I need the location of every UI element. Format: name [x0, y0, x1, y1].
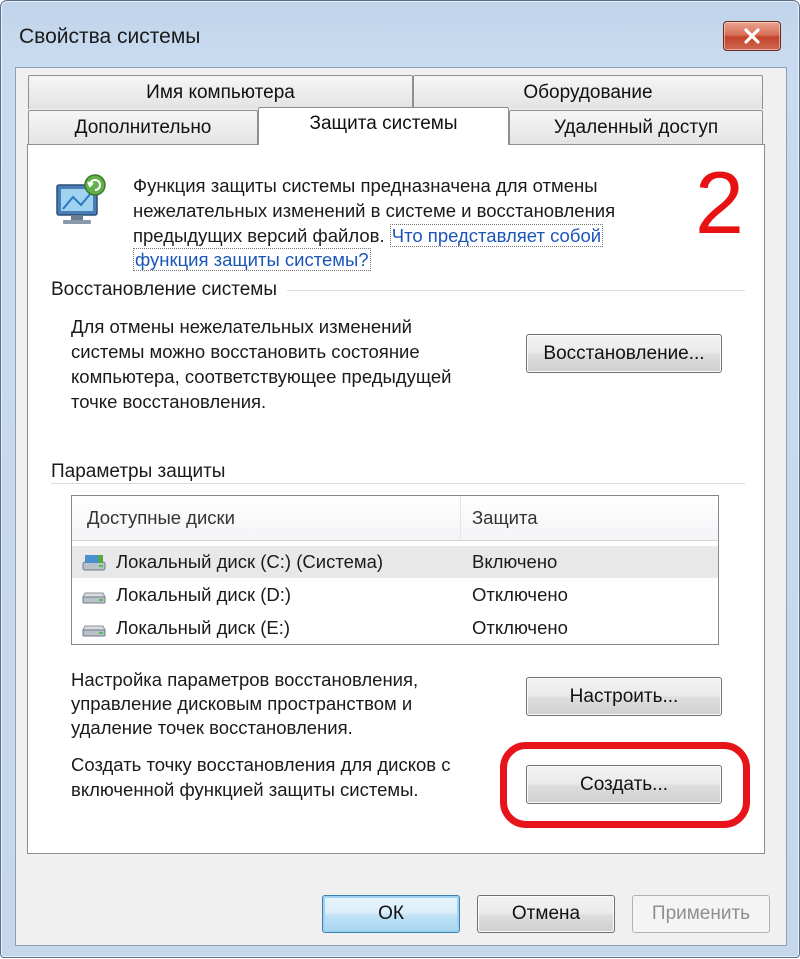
system-properties-window: Свойства системы Имя компьютера Оборудов…: [0, 0, 800, 958]
create-button[interactable]: Создать...: [526, 765, 722, 804]
drives-list-header: Доступные диски Защита: [72, 496, 718, 541]
configure-button[interactable]: Настроить...: [526, 677, 722, 716]
system-restore-button[interactable]: Восстановление...: [526, 334, 722, 373]
close-icon: [744, 28, 760, 44]
tab-system-protection[interactable]: Защита системы: [258, 107, 509, 145]
column-protection[interactable]: Защита: [472, 496, 538, 540]
close-button[interactable]: [723, 21, 781, 51]
drive-name: Локальный диск (C:) (Система): [116, 551, 384, 572]
drive-status: Включено: [472, 551, 558, 572]
help-link-continuation[interactable]: функция защиты системы?: [133, 248, 371, 271]
cancel-button[interactable]: Отмена: [477, 895, 615, 933]
drive-name: Локальный диск (D:): [116, 584, 292, 605]
ok-button[interactable]: ОК: [322, 895, 460, 933]
drive-row-d[interactable]: Локальный диск (D:) Отключено: [72, 579, 718, 611]
drive-name: Локальный диск (E:): [116, 617, 291, 638]
tab-computer-name[interactable]: Имя компьютера: [28, 75, 413, 109]
drive-status: Отключено: [472, 584, 568, 605]
window-title: Свойства системы: [19, 25, 201, 48]
help-link[interactable]: Что представляет собой: [389, 224, 604, 247]
system-drive-icon: [82, 555, 106, 571]
tab-advanced[interactable]: Дополнительно: [28, 110, 258, 144]
column-available-drives[interactable]: Доступные диски: [87, 496, 235, 540]
tab-remote[interactable]: Удаленный доступ: [509, 110, 763, 144]
drive-status: Отключено: [472, 617, 568, 638]
apply-button[interactable]: Применить: [632, 895, 770, 933]
drive-row-e[interactable]: Локальный диск (E:) Отключено: [72, 612, 718, 644]
drives-list[interactable]: Доступные диски Защита Локальный диск (C…: [71, 495, 719, 645]
drive-row-c[interactable]: Локальный диск (C:) (Система) Включено: [72, 546, 718, 578]
tab-hardware[interactable]: Оборудование: [413, 75, 763, 109]
column-divider[interactable]: [460, 496, 461, 540]
help-link-line-2: функция защиты системы?: [133, 247, 371, 272]
drive-icon: [82, 592, 106, 604]
drive-icon: [82, 625, 106, 637]
